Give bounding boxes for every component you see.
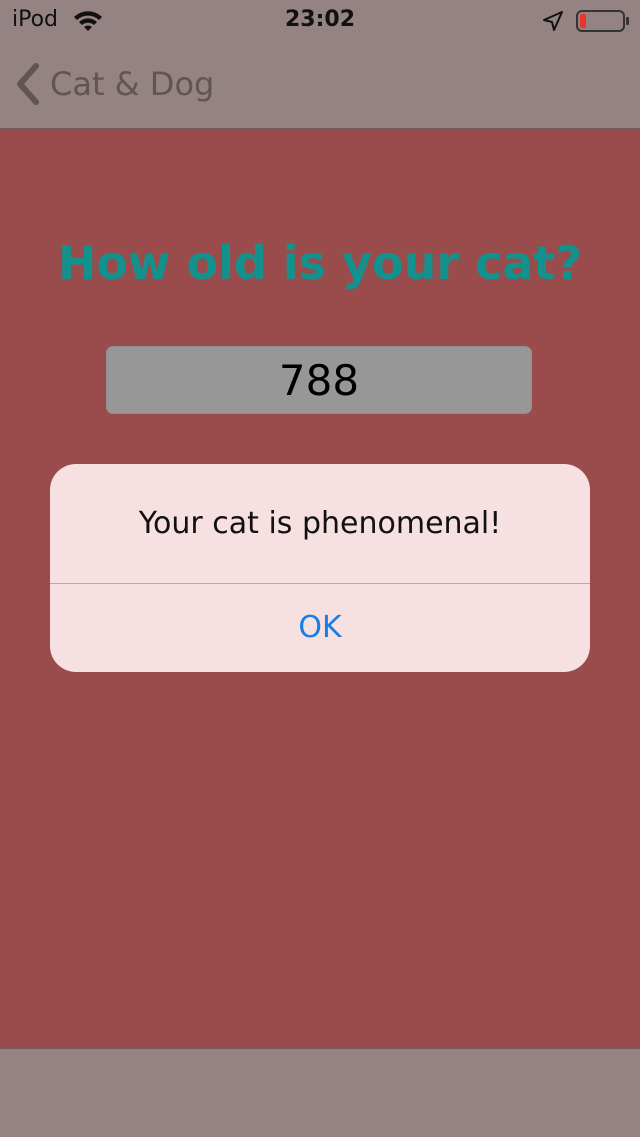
location-icon bbox=[543, 11, 563, 31]
ok-button[interactable]: OK bbox=[50, 584, 590, 672]
page-question: How old is your cat? bbox=[57, 236, 583, 290]
alert-message: Your cat is phenomenal! bbox=[138, 506, 502, 541]
bottom-toolbar bbox=[0, 1048, 640, 1137]
alert-dialog: Your cat is phenomenal! OK bbox=[50, 464, 590, 672]
age-input[interactable] bbox=[106, 346, 532, 414]
back-label: Cat & Dog bbox=[50, 65, 215, 103]
status-bar: iPod 23:02 bbox=[0, 0, 640, 40]
navigation-bar: Cat & Dog bbox=[0, 40, 640, 129]
back-button[interactable]: Cat & Dog bbox=[14, 60, 214, 108]
battery-icon bbox=[576, 10, 629, 32]
chevron-left-icon bbox=[17, 63, 39, 105]
